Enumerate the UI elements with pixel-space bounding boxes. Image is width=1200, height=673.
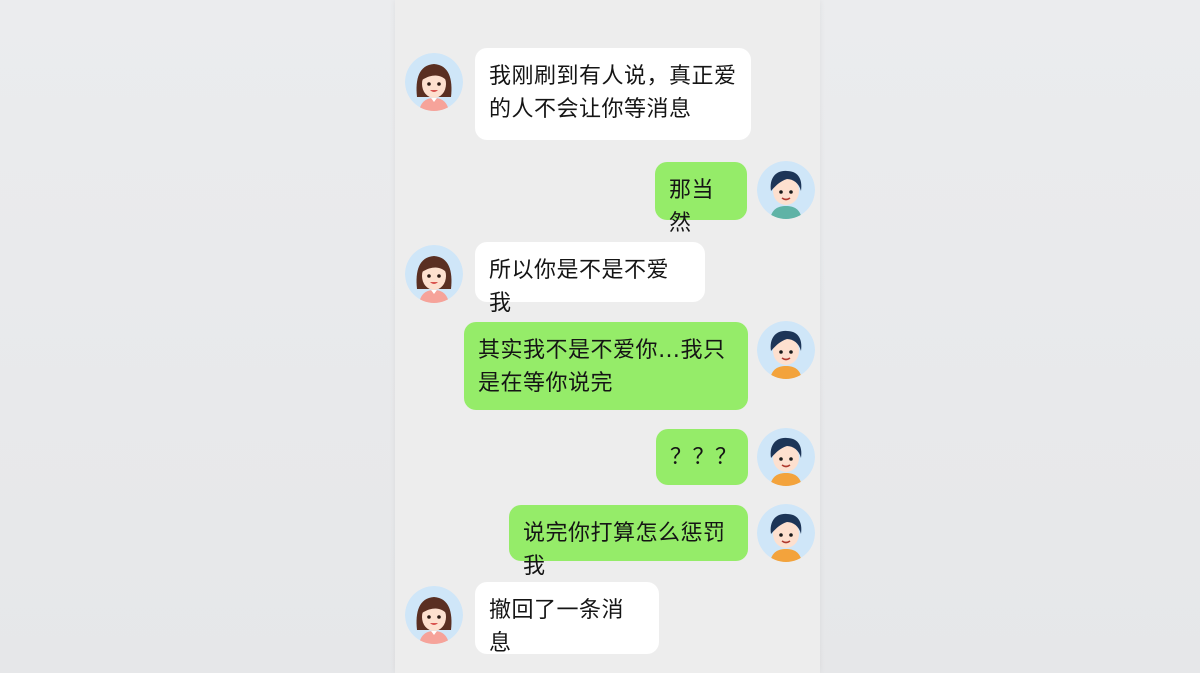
chat-bubble-received[interactable]: 撤回了一条消息 (475, 582, 659, 656)
chat-bubble-sent[interactable]: 那当然 (655, 162, 747, 236)
chat-bubble-received[interactable]: 我刚刷到有人说，真正爱的人不会让你等消息 (475, 48, 751, 140)
boy-avatar-icon[interactable] (757, 428, 815, 486)
girl-avatar-icon[interactable] (405, 245, 463, 303)
chat-bubble-sent[interactable]: ？？？ (656, 429, 748, 485)
chat-window[interactable]: 我刚刷到有人说，真正爱的人不会让你等消息 那当然 所以你是不是不爱我 其实我不是… (395, 0, 820, 673)
chat-bubble-received[interactable]: 所以你是不是不爱我 (475, 242, 705, 316)
boy-avatar-icon[interactable] (757, 161, 815, 219)
background-right (820, 0, 1200, 673)
girl-avatar-icon[interactable] (405, 53, 463, 111)
girl-avatar-icon[interactable] (405, 586, 463, 644)
chat-bubble-sent[interactable]: 说完你打算怎么惩罚我 (509, 505, 748, 579)
boy-avatar-icon[interactable] (757, 504, 815, 562)
boy-avatar-icon[interactable] (757, 321, 815, 379)
screenshot-stage: 我刚刷到有人说，真正爱的人不会让你等消息 那当然 所以你是不是不爱我 其实我不是… (0, 0, 1200, 673)
chat-bubble-sent[interactable]: 其实我不是不爱你…我只是在等你说完 (464, 322, 748, 410)
background-left (0, 0, 395, 673)
